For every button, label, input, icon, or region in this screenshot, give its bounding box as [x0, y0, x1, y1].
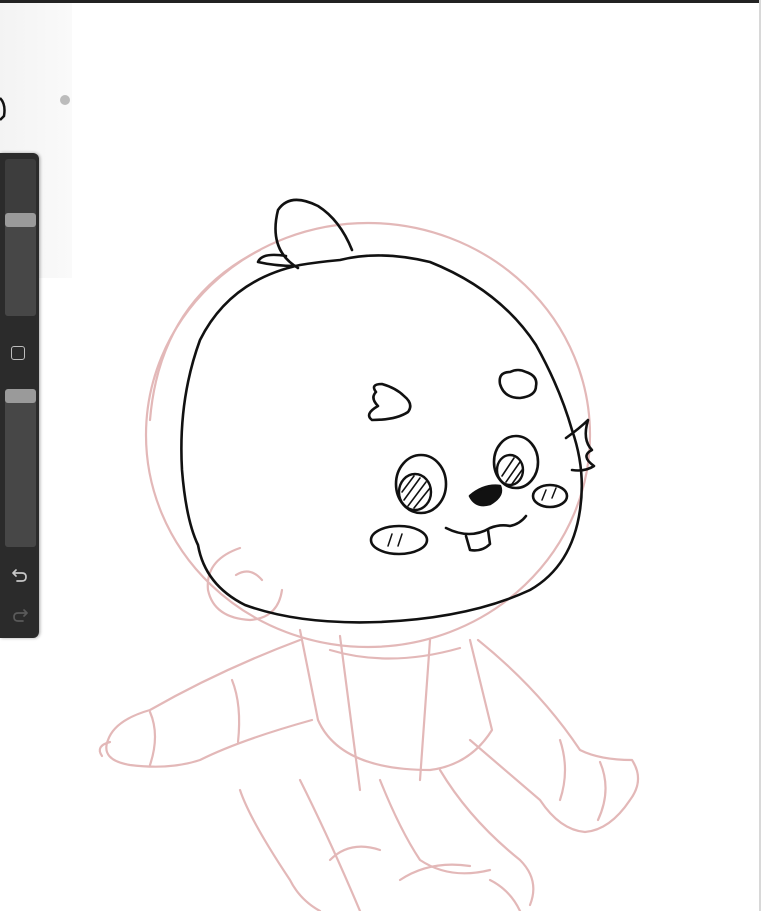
hair-tuft: [274, 198, 354, 270]
undo-arrow-icon: [11, 569, 27, 582]
ink-layer: [180, 198, 596, 624]
stray-dot: [60, 95, 70, 105]
head-outline: [180, 254, 584, 624]
edge-stroke-fragment: [0, 97, 6, 121]
mouth: [444, 514, 528, 536]
undo-button[interactable]: [0, 562, 39, 588]
torso-guide: [298, 628, 494, 772]
right-arm-guide: [468, 638, 640, 834]
left-arm-guide: [105, 638, 314, 768]
right-pupil: [495, 453, 525, 487]
brush-opacity-fill: [5, 395, 36, 547]
right-cheek: [531, 483, 569, 509]
top-edge: [0, 0, 761, 3]
brush-size-fill: [5, 220, 36, 316]
ear-guide: [206, 546, 284, 622]
brush-opacity-thumb[interactable]: [5, 388, 36, 403]
brush-opacity-slider[interactable]: [5, 388, 36, 547]
left-cheek: [369, 524, 429, 556]
left-brow-mark: [367, 382, 412, 422]
right-brow-mark: [498, 368, 538, 400]
brush-size-thumb[interactable]: [5, 213, 36, 228]
legs-guide: [238, 788, 322, 911]
sidebar-toolbar: [0, 153, 39, 638]
square-icon[interactable]: [11, 346, 25, 360]
redo-arrow-icon: [12, 609, 28, 622]
nose: [468, 484, 503, 507]
drawing-canvas[interactable]: [0, 0, 761, 911]
redo-button[interactable]: [0, 602, 39, 628]
head-guide: [144, 221, 592, 649]
brush-size-slider[interactable]: [5, 159, 36, 316]
procreate-screen: [0, 0, 761, 911]
